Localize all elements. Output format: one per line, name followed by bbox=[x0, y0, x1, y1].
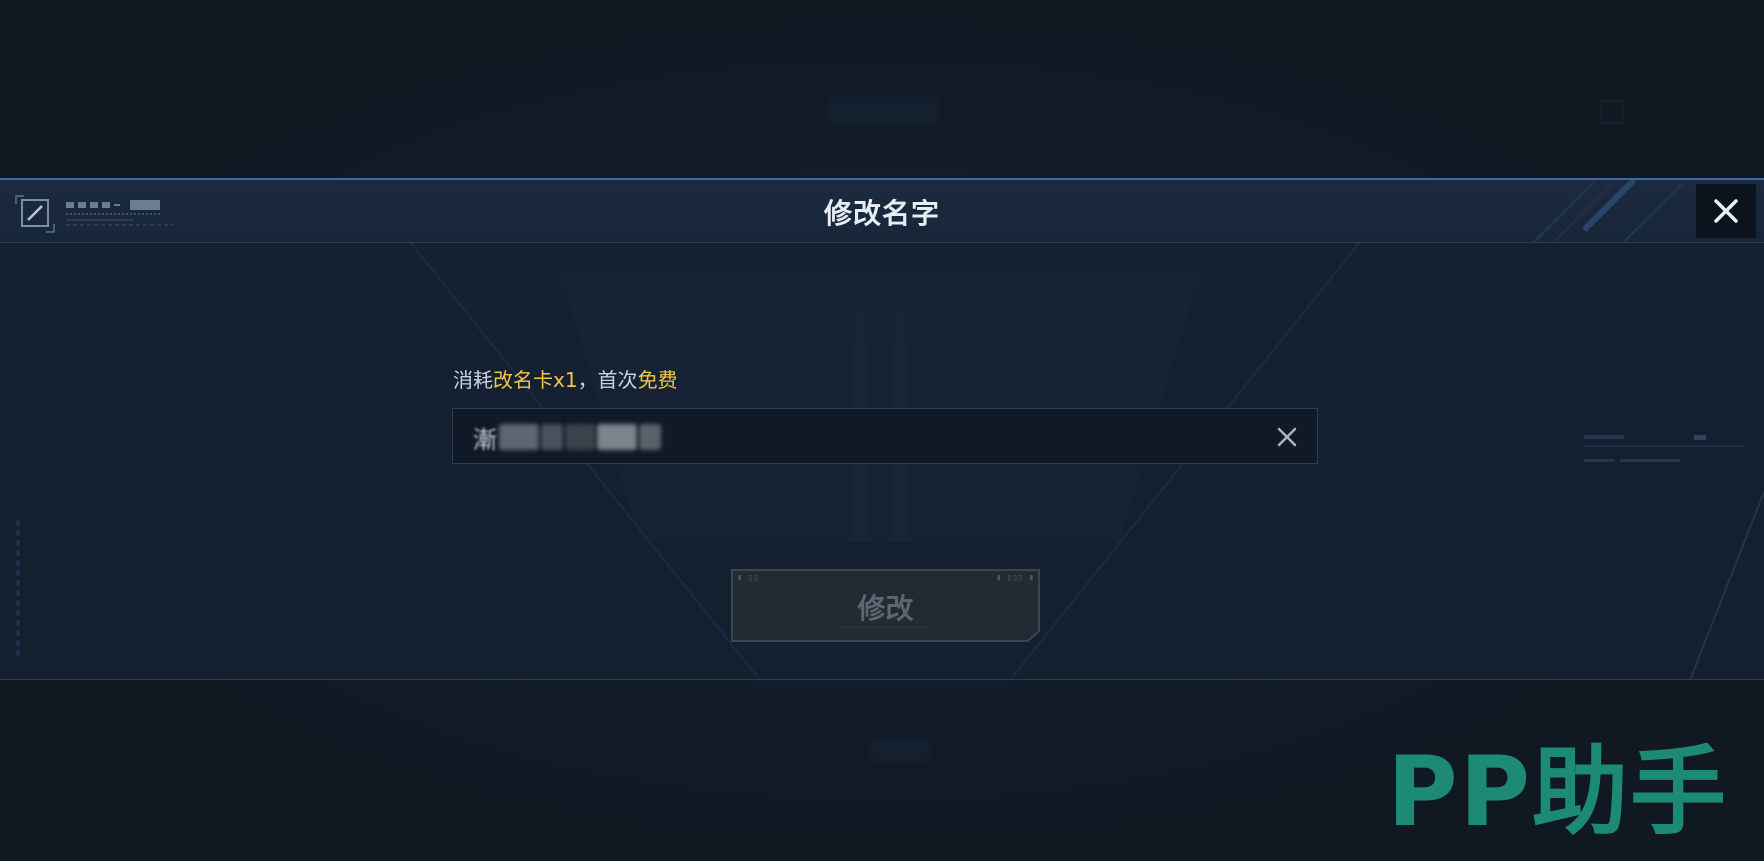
game-screen: 修改名字 消耗改名卡x1，首次免费 漸 ▮ ▯▯ ▮ ▯▯▯ ▮ 修改 PP助手 bbox=[0, 0, 1764, 861]
rename-submit-label: 修改 bbox=[857, 592, 914, 625]
background-ghost-title bbox=[828, 96, 938, 124]
side-decoration-text bbox=[16, 520, 20, 660]
rename-submit-button[interactable]: ▮ ▯▯ ▮ ▯▯▯ ▮ 修改 bbox=[731, 569, 1040, 642]
clear-input-icon[interactable] bbox=[1273, 423, 1301, 451]
rename-dialog: 修改名字 消耗改名卡x1，首次免费 漸 ▮ ▯▯ ▮ ▯▯▯ ▮ 修改 bbox=[0, 178, 1764, 680]
close-button[interactable] bbox=[1696, 184, 1756, 238]
name-input-value: 漸 bbox=[473, 422, 661, 454]
header-decoration bbox=[1532, 180, 1685, 242]
cost-item: 改名卡x1 bbox=[493, 368, 578, 392]
button-corner-mark: ▮ ▯▯ bbox=[737, 573, 759, 583]
dialog-title: 修改名字 bbox=[823, 197, 940, 230]
name-blur-mask bbox=[597, 424, 637, 450]
cost-separator: ，首次 bbox=[577, 368, 638, 392]
background-ghost-icon bbox=[1600, 100, 1624, 124]
close-icon bbox=[1714, 199, 1738, 223]
name-input[interactable]: 漸 bbox=[452, 408, 1318, 464]
cost-free: 免费 bbox=[637, 368, 678, 392]
name-blur-mask bbox=[541, 424, 563, 450]
name-blur-mask bbox=[565, 424, 595, 450]
name-blur-mask bbox=[499, 424, 539, 450]
name-input-first-char: 漸 bbox=[473, 425, 497, 454]
cost-prefix: 消耗 bbox=[453, 368, 493, 392]
right-decoration-text bbox=[1584, 435, 1744, 462]
rename-cost-text: 消耗改名卡x1，首次免费 bbox=[453, 364, 678, 393]
name-blur-mask bbox=[639, 424, 661, 450]
button-corner-mark: ▮ ▯▯▯ ▮ bbox=[996, 573, 1034, 583]
background-ghost-label bbox=[870, 738, 930, 762]
watermark-logo: PP助手 bbox=[1387, 736, 1728, 848]
dialog-header: 修改名字 bbox=[0, 180, 1764, 243]
